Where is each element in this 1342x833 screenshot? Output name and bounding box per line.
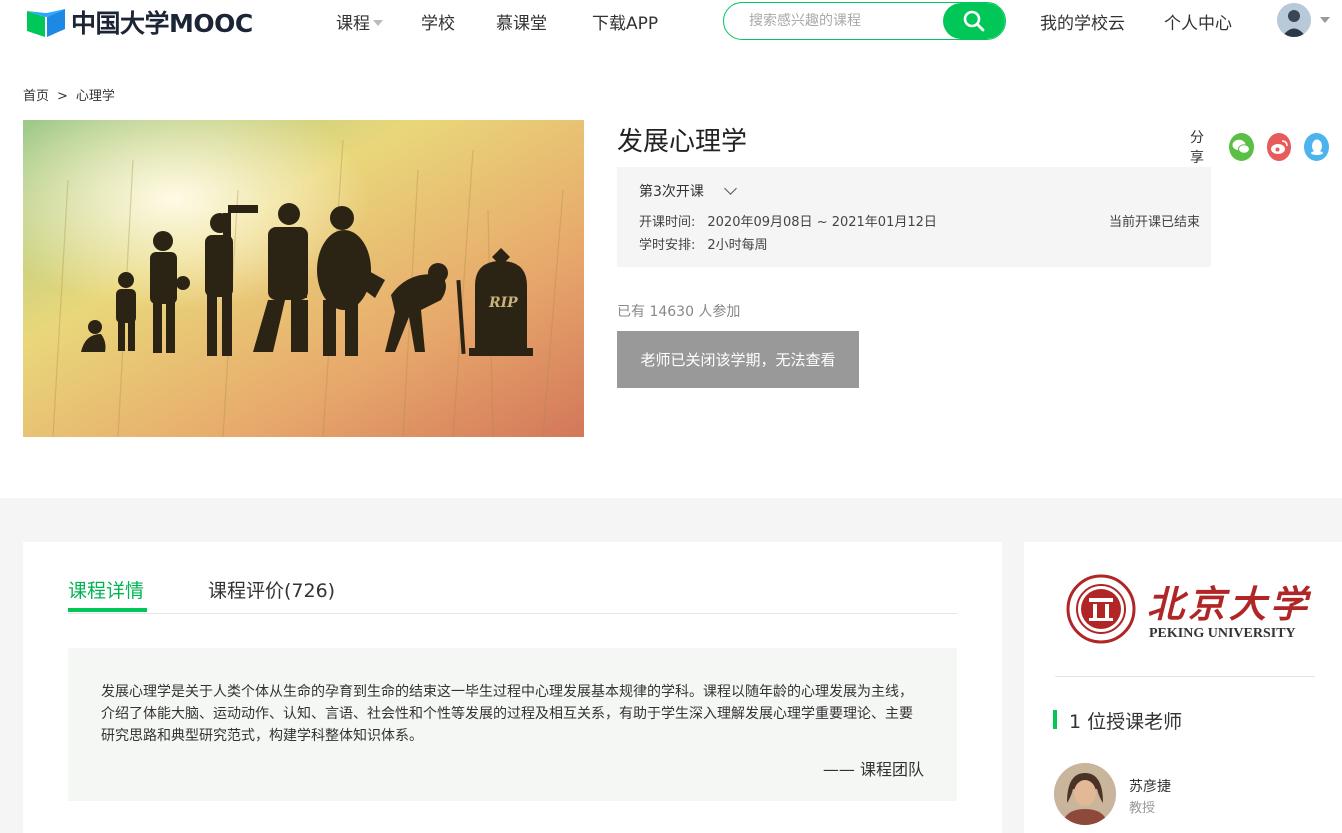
tab-divider xyxy=(68,613,957,614)
share-bar: 分享 xyxy=(1190,127,1342,167)
caret-down-icon xyxy=(373,20,383,26)
breadcrumb-current[interactable]: 心理学 xyxy=(76,89,115,104)
search-input[interactable] xyxy=(749,13,939,29)
term-schedule: 学时安排: 2小时每周 xyxy=(639,234,768,253)
nav-download-app[interactable]: 下载APP xyxy=(592,9,658,34)
chevron-down-icon[interactable] xyxy=(724,182,737,195)
top-header: 中国大学MOOC 课程 学校 慕课堂 下载APP 我的学校云 个人中心 xyxy=(0,0,1342,42)
book-logo-icon xyxy=(25,5,67,39)
teacher-avatar[interactable] xyxy=(1054,763,1116,825)
breadcrumb: 首页 > 心理学 xyxy=(23,85,115,104)
sidebar-divider xyxy=(1055,676,1315,677)
qq-icon[interactable] xyxy=(1304,133,1329,161)
nav-mooc-classroom[interactable]: 慕课堂 xyxy=(496,9,547,34)
teacher-title: 教授 xyxy=(1129,801,1156,816)
term-info-panel: 第3次开课 开课时间: 2020年09月08日 ~ 2021年01月12日 学时安… xyxy=(617,167,1211,267)
nav-schools[interactable]: 学校 xyxy=(421,9,455,34)
mooc-logo[interactable]: 中国大学MOOC xyxy=(25,5,253,39)
description-text: 发展心理学是关于人类个体从生命的孕育到生命的结束这一毕生过程中心理发展基本规律的… xyxy=(101,684,913,744)
search-icon xyxy=(963,10,985,32)
tab-course-details[interactable]: 课程详情 xyxy=(68,576,144,603)
pku-seal-icon[interactable] xyxy=(1066,574,1136,644)
personal-center-link[interactable]: 个人中心 xyxy=(1164,9,1232,34)
caret-down-icon[interactable] xyxy=(1320,17,1330,23)
user-avatar[interactable] xyxy=(1277,3,1311,37)
breadcrumb-home[interactable]: 首页 xyxy=(23,89,49,104)
nav-courses[interactable]: 课程 xyxy=(336,9,383,34)
course-title: 发展心理学 xyxy=(617,127,748,157)
tab-course-reviews[interactable]: 课程评价(726) xyxy=(208,576,335,603)
term-closed-button[interactable]: 老师已关闭该学期，无法查看 xyxy=(617,331,859,388)
weibo-icon[interactable] xyxy=(1266,133,1292,161)
term-time-value: 2020年09月08日 ~ 2021年01月12日 xyxy=(707,215,937,230)
term-schedule-label: 学时安排: xyxy=(639,238,696,253)
section-marker xyxy=(1053,710,1057,729)
term-time-label: 开课时间: xyxy=(639,215,696,230)
teacher-name[interactable]: 苏彦捷 xyxy=(1129,776,1171,796)
search-box xyxy=(723,2,1006,40)
share-label: 分享 xyxy=(1190,130,1204,166)
teachers-heading: 1 位授课老师 xyxy=(1069,711,1183,733)
school-name-cn[interactable]: 北京大学 xyxy=(1147,574,1311,628)
term-schedule-value: 2小时每周 xyxy=(707,238,768,253)
nav-courses-label: 课程 xyxy=(336,14,370,34)
breadcrumb-separator: > xyxy=(57,89,68,104)
my-school-cloud-link[interactable]: 我的学校云 xyxy=(1040,9,1125,34)
wechat-icon[interactable] xyxy=(1228,133,1254,161)
enrollment-count: 已有 14630 人参加 xyxy=(617,304,741,320)
search-button[interactable] xyxy=(943,3,1005,39)
term-status: 当前开课已结束 xyxy=(1108,215,1200,230)
school-name-en: PEKING UNIVERSITY xyxy=(1149,626,1296,641)
svg-text:RIP: RIP xyxy=(488,295,518,311)
term-selector[interactable]: 第3次开课 xyxy=(639,181,704,201)
logo-text: 中国大学MOOC xyxy=(71,9,253,38)
course-description: 发展心理学是关于人类个体从生命的孕育到生命的结束这一毕生过程中心理发展基本规律的… xyxy=(68,648,957,801)
term-time: 开课时间: 2020年09月08日 ~ 2021年01月12日 xyxy=(639,211,937,230)
active-tab-indicator xyxy=(68,608,147,612)
description-signature: —— 课程团队 xyxy=(822,760,924,779)
course-cover-image: RIP xyxy=(23,120,584,437)
